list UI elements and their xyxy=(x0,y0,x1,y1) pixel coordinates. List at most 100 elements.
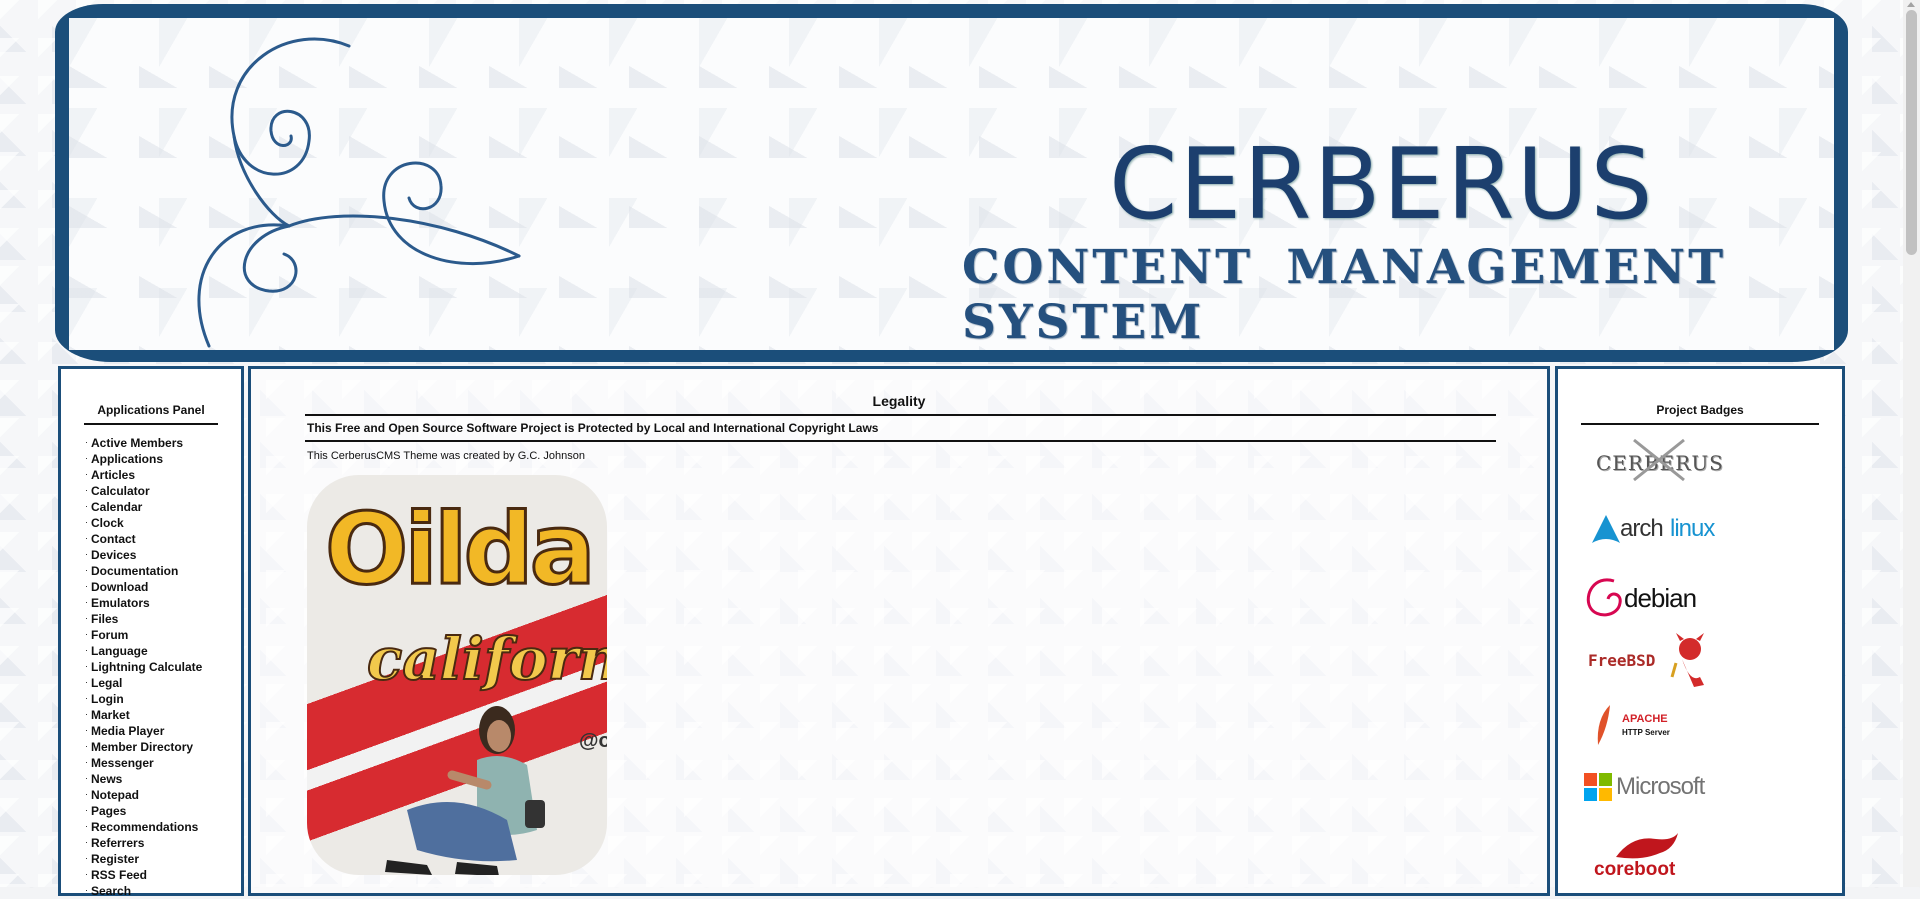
menu-item-documentation: · Documentation xyxy=(85,564,179,578)
scrollbar-thumb[interactable] xyxy=(1906,10,1917,255)
menu-item-applications: · Applications xyxy=(85,452,164,466)
menu-link[interactable]: Media Player xyxy=(91,724,164,738)
menu-link[interactable]: Recommendations xyxy=(91,820,198,834)
menu-link[interactable]: Pages xyxy=(91,804,126,818)
menu-link[interactable]: Register xyxy=(91,852,139,866)
menu-link[interactable]: Active Members xyxy=(91,436,183,450)
menu-item-forum: · Forum xyxy=(85,628,129,642)
photo-graffiti-subtext: californ xyxy=(366,624,607,694)
menu-link[interactable]: Download xyxy=(91,580,148,594)
menu-link[interactable]: Calculator xyxy=(91,484,150,498)
menu-item-legal: · Legal xyxy=(85,676,123,690)
apache-text: APACHE xyxy=(1622,713,1668,725)
menu-link[interactable]: Emulators xyxy=(91,596,150,610)
coreboot-text: coreboot xyxy=(1594,859,1676,880)
swirl-logo-icon xyxy=(197,37,521,348)
divider xyxy=(305,440,1496,442)
applications-panel-title: Applications Panel xyxy=(84,403,218,425)
menu-item-pages: · Pages xyxy=(85,804,127,818)
debian-text: debian xyxy=(1624,583,1697,613)
archlinux-badge[interactable]: arch linux xyxy=(1584,501,1842,567)
http-server-text: HTTP Server xyxy=(1622,728,1670,737)
menu-link[interactable]: Login xyxy=(91,692,124,706)
theme-author-photo: Oilda californ @o xyxy=(307,475,607,875)
menu-link[interactable]: Legal xyxy=(91,676,122,690)
applications-panel: Applications Panel · Active Members · Appl… xyxy=(58,366,244,898)
menu-item-language: · Language xyxy=(85,644,148,658)
project-badges-title: Project Badges xyxy=(1581,403,1819,425)
menu-link[interactable]: Documentation xyxy=(91,564,178,578)
menu-item-clock: · Clock xyxy=(85,516,124,530)
menu-item-lightning-calculate: · Lightning Calculate xyxy=(85,660,203,674)
cerberus-badge[interactable]: CERBERUS xyxy=(1584,435,1842,501)
menu-item-search: · Search xyxy=(85,884,132,898)
cerberus-cross-icon xyxy=(1633,438,1685,482)
menu-item-rss-feed: · RSS Feed xyxy=(85,868,148,882)
menu-item-devices: · Devices xyxy=(85,548,137,562)
menu-item-active-members: · Active Members xyxy=(85,436,184,450)
page-title: Legality xyxy=(872,393,926,409)
menu-item-market: · Market xyxy=(85,708,130,722)
menu-link[interactable]: Market xyxy=(91,708,130,722)
page-scrollbar[interactable] xyxy=(1903,0,1920,887)
linux-text: linux xyxy=(1670,515,1715,542)
menu-link[interactable]: Devices xyxy=(91,548,136,562)
menu-link[interactable]: Lightning Calculate xyxy=(91,660,202,674)
menu-link[interactable]: Messenger xyxy=(91,756,154,770)
menu-item-contact: · Contact xyxy=(85,532,136,546)
photo-graffiti-text: Oilda xyxy=(324,492,598,609)
menu-item-media-player: · Media Player xyxy=(85,724,165,738)
microsoft-logo-icon xyxy=(1584,773,1612,801)
menu-item-login: · Login xyxy=(85,692,124,706)
menu-item-download: · Download xyxy=(85,580,149,594)
menu-link[interactable]: Forum xyxy=(91,628,128,642)
menu-item-emulators: · Emulators xyxy=(85,596,150,610)
arch-text: arch xyxy=(1620,515,1664,542)
freebsd-badge[interactable]: FreeBSD xyxy=(1584,633,1842,699)
site-title: CERBERUS xyxy=(1109,128,1655,242)
menu-item-files: · Files xyxy=(85,612,119,626)
site-subtitle: CONTENT MANAGEMENT SYSTEM xyxy=(962,240,1727,350)
apache-feather-icon xyxy=(1597,705,1610,745)
menu-item-news: · News xyxy=(85,772,123,786)
header-banner: CERBERUS CONTENT MANAGEMENT SYSTEM xyxy=(55,4,1848,362)
project-badges-panel: Project Badges CERBERUS arch linux debia… xyxy=(1555,366,1845,896)
menu-item-member-directory: · Member Directory xyxy=(85,740,194,754)
menu-link[interactable]: Notepad xyxy=(91,788,139,802)
menu-link[interactable]: RSS Feed xyxy=(91,868,147,882)
copyright-notice: This Free and Open Source Software Proje… xyxy=(307,421,879,435)
menu-link[interactable]: Contact xyxy=(91,532,136,546)
freebsd-text: FreeBSD xyxy=(1588,651,1656,670)
microsoft-badge[interactable]: Microsoft xyxy=(1584,765,1842,831)
applications-menu: · Active Members · Applications · Articles … xyxy=(85,434,241,898)
menu-link[interactable]: Search xyxy=(91,884,131,898)
menu-item-register: · Register xyxy=(85,852,140,866)
menu-item-calculator: · Calculator xyxy=(85,484,150,498)
banner-inner: CERBERUS CONTENT MANAGEMENT SYSTEM xyxy=(69,18,1834,350)
apache-badge[interactable]: APACHE HTTP Server xyxy=(1584,699,1842,765)
scroll-up-arrow-icon[interactable] xyxy=(1907,2,1915,7)
theme-credit: This CerberusCMS Theme was created by G.… xyxy=(307,450,585,462)
menu-link[interactable]: Language xyxy=(91,644,148,658)
menu-link[interactable]: Member Directory xyxy=(91,740,193,754)
menu-item-calendar: · Calendar xyxy=(85,500,143,514)
menu-link[interactable]: Applications xyxy=(91,452,163,466)
debian-badge[interactable]: debian xyxy=(1584,567,1842,633)
menu-link[interactable]: Referrers xyxy=(91,836,144,850)
freebsd-daemon-icon xyxy=(1670,633,1704,687)
menu-link[interactable]: Files xyxy=(91,612,118,626)
badge-list: CERBERUS arch linux debian FreeBSD APACH… xyxy=(1584,435,1842,897)
menu-link[interactable]: Articles xyxy=(91,468,135,482)
menu-item-referrers: · Referrers xyxy=(85,836,145,850)
person-figure-icon xyxy=(385,706,545,875)
coreboot-rabbit-icon xyxy=(1616,833,1678,859)
menu-item-messenger: · Messenger xyxy=(85,756,154,770)
coreboot-badge[interactable]: coreboot xyxy=(1584,831,1842,897)
menu-link[interactable]: Calendar xyxy=(91,500,142,514)
arch-logo-icon xyxy=(1592,515,1620,543)
menu-item-articles: · Articles xyxy=(85,468,136,482)
menu-link[interactable]: Clock xyxy=(91,516,124,530)
photo-wall-text: @o xyxy=(579,730,607,752)
menu-link[interactable]: News xyxy=(91,772,122,786)
divider xyxy=(305,414,1496,416)
